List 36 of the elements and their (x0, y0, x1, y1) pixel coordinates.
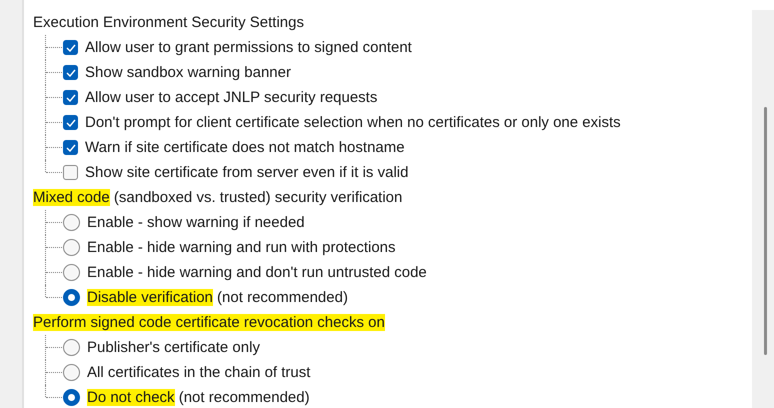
group-heading: Mixed code (sandboxed vs. trusted) security verification (33, 188, 402, 208)
checkbox[interactable] (63, 115, 78, 130)
radio-button[interactable] (63, 289, 80, 306)
option-label[interactable]: Don't prompt for client certificate selection when no certificates or only one exists (85, 114, 621, 131)
radio-button[interactable] (63, 389, 80, 406)
radio-button[interactable] (63, 264, 80, 281)
radio-button[interactable] (63, 239, 80, 256)
option-label[interactable]: Enable - show warning if needed (87, 214, 305, 231)
check-icon (66, 118, 76, 126)
option-label[interactable]: Allow user to accept JNLP security requests (85, 89, 378, 106)
group-heading: Execution Environment Security Settings (33, 13, 304, 33)
check-icon (66, 44, 76, 52)
check-icon (66, 144, 76, 152)
option-label[interactable]: Allow user to grant permissions to signed content (85, 39, 412, 56)
option-label[interactable]: Do not check (not recommended) (87, 389, 310, 406)
checkbox[interactable] (63, 90, 78, 105)
scroll-thumb[interactable] (764, 107, 767, 355)
option-label[interactable]: Publisher's certificate only (87, 339, 260, 356)
option-label[interactable]: Enable - hide warning and run with protections (87, 239, 396, 256)
scrollbar[interactable] (752, 10, 774, 408)
checkbox[interactable] (63, 140, 78, 155)
check-icon (66, 68, 76, 76)
option-label[interactable]: All certificates in the chain of trust (87, 364, 310, 381)
checkbox[interactable] (63, 165, 78, 180)
option-label[interactable]: Warn if site certificate does not match hostname (85, 139, 405, 156)
option-label[interactable]: Show sandbox warning banner (85, 64, 291, 81)
option-label[interactable]: Enable - hide warning and don't run untrusted code (87, 264, 427, 281)
option-label[interactable]: Show site certificate from server even if it is valid (85, 164, 408, 181)
radio-button[interactable] (63, 339, 80, 356)
option-label[interactable]: Disable verification (not recommended) (87, 289, 348, 306)
checkbox[interactable] (63, 65, 78, 80)
check-icon (66, 94, 76, 102)
checkbox[interactable] (63, 40, 78, 55)
group-heading: Perform signed code certificate revocation checks on (33, 313, 385, 333)
radio-button[interactable] (63, 364, 80, 381)
radio-button[interactable] (63, 214, 80, 231)
